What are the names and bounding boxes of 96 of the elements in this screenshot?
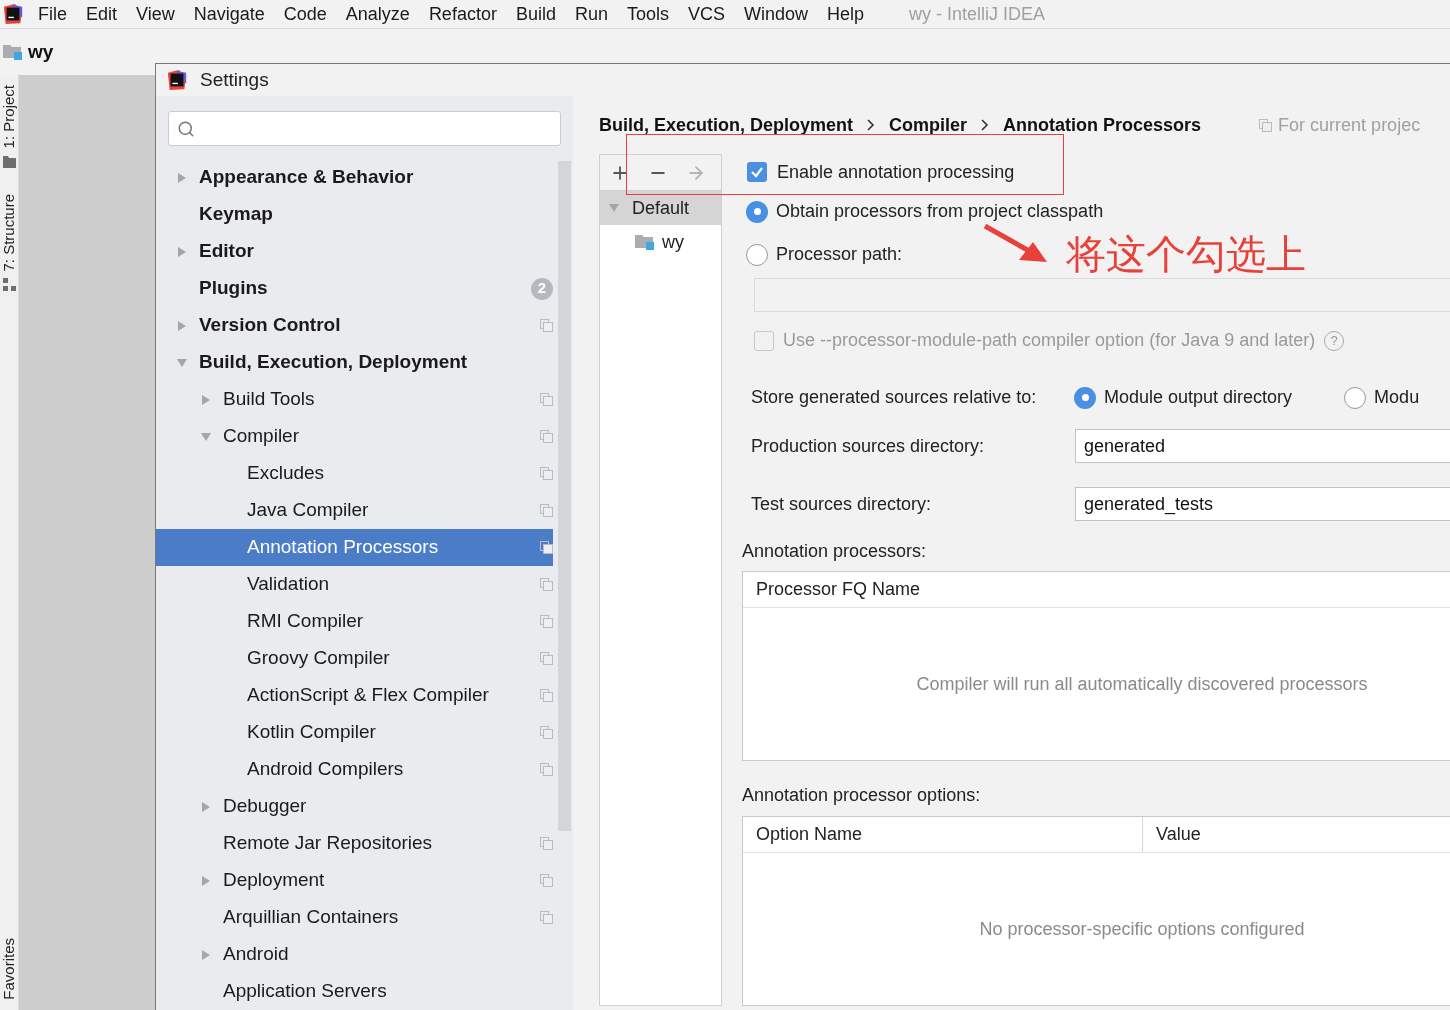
- settings-tree-item[interactable]: Excludes: [156, 455, 553, 492]
- radio-button[interactable]: [746, 200, 768, 223]
- expand-arrow-icon[interactable]: [200, 874, 212, 887]
- settings-tree-item[interactable]: Debugger: [156, 788, 553, 825]
- menu-item[interactable]: Run: [574, 0, 608, 28]
- settings-tree-item[interactable]: Validation: [156, 566, 553, 603]
- menu-item[interactable]: File: [38, 0, 67, 28]
- settings-tree-item[interactable]: Build Tools: [156, 381, 553, 418]
- update-count-badge: 2: [531, 277, 553, 300]
- settings-tree-item[interactable]: Java Compiler: [156, 492, 553, 529]
- radio-label: Modu: [1374, 386, 1420, 409]
- settings-tree-item[interactable]: Build, Execution, Deployment: [156, 344, 553, 381]
- collapse-arrow-icon[interactable]: [176, 356, 188, 369]
- section-label: Annotation processor options:: [742, 784, 982, 807]
- search-field[interactable]: [168, 111, 561, 146]
- field-label: Test sources directory:: [751, 492, 933, 516]
- module-folder-icon: [2, 43, 24, 61]
- menu-item[interactable]: Analyze: [345, 0, 410, 28]
- radio-label: Processor path:: [776, 243, 903, 266]
- directory-field[interactable]: generated_tests: [1075, 487, 1450, 521]
- collapse-arrow-icon[interactable]: [608, 202, 620, 214]
- settings-tree-item[interactable]: Arquillian Containers: [156, 899, 553, 936]
- settings-tree-item[interactable]: Application Servers: [156, 973, 553, 1010]
- settings-tree-item[interactable]: Android: [156, 936, 553, 973]
- field-label: Production sources directory:: [751, 434, 986, 458]
- dialog-title: Settings: [200, 67, 269, 92]
- settings-tree-item[interactable]: Plugins 2: [156, 270, 553, 307]
- arrow-annotation: [983, 224, 1049, 264]
- expand-arrow-icon[interactable]: [176, 245, 188, 258]
- project-name[interactable]: wy: [28, 37, 54, 67]
- search-icon: [177, 119, 195, 138]
- radio-button[interactable]: [1344, 386, 1367, 409]
- directory-field[interactable]: generated: [1075, 429, 1450, 463]
- scope-note: For current projec: [1278, 113, 1421, 137]
- menu-item[interactable]: Window: [744, 0, 809, 28]
- profile-tree-item[interactable]: wy: [600, 225, 721, 259]
- expand-arrow-icon[interactable]: [200, 800, 212, 813]
- column-header[interactable]: Processor FQ Name: [743, 572, 1450, 607]
- menu-item[interactable]: VCS: [688, 0, 725, 28]
- settings-tree-item[interactable]: Keymap: [156, 196, 553, 233]
- column-header[interactable]: Value: [1143, 817, 1450, 852]
- settings-tree-item[interactable]: RMI Compiler: [156, 603, 553, 640]
- settings-tree-item[interactable]: Kotlin Compiler: [156, 714, 553, 751]
- checkbox-label: Enable annotation processing: [777, 160, 1015, 184]
- settings-tree-item[interactable]: Groovy Compiler: [156, 640, 553, 677]
- menu-item[interactable]: Build: [515, 0, 556, 28]
- expand-arrow-icon[interactable]: [176, 171, 188, 184]
- tool-window-tab[interactable]: Favorites: [0, 938, 21, 1000]
- chevron-right-icon: [867, 119, 876, 131]
- menu-item[interactable]: Refactor: [428, 0, 497, 28]
- breadcrumb-item[interactable]: Build, Execution, Deployment: [599, 111, 854, 139]
- menu-item[interactable]: Navigate: [193, 0, 265, 28]
- section-label: Annotation processors:: [742, 540, 928, 563]
- expand-arrow-icon[interactable]: [200, 393, 212, 406]
- empty-table-text: Compiler will run all automatically discovered processors: [916, 672, 1368, 696]
- collapse-arrow-icon[interactable]: [200, 430, 212, 443]
- expand-arrow-icon[interactable]: [176, 319, 188, 332]
- empty-table-text: No processor-specific options configured: [979, 917, 1305, 941]
- settings-tree-item[interactable]: Deployment: [156, 862, 553, 899]
- app-logo-icon: [166, 69, 188, 91]
- radio-label: Module output directory: [1104, 386, 1293, 409]
- settings-tree-item[interactable]: Annotation Processors: [156, 529, 553, 566]
- structure-icon: [2, 277, 16, 292]
- settings-tree-item[interactable]: Android Compilers: [156, 751, 553, 788]
- breadcrumb-item[interactable]: Compiler: [889, 111, 968, 139]
- app-logo-icon: [2, 3, 24, 25]
- field-label: Store generated sources relative to:: [751, 386, 1038, 409]
- breadcrumb-item[interactable]: Annotation Processors: [1003, 111, 1202, 139]
- menu-item[interactable]: Code: [283, 0, 327, 28]
- settings-tree-item[interactable]: ActionScript & Flex Compiler: [156, 677, 553, 714]
- settings-tree-item[interactable]: Editor: [156, 233, 553, 270]
- radio-button[interactable]: [746, 243, 768, 266]
- profile-tree-item[interactable]: Default: [600, 191, 721, 225]
- settings-tree-item[interactable]: Appearance & Behavior: [156, 159, 553, 196]
- folder-icon: [2, 154, 16, 169]
- module-folder-icon: [634, 233, 656, 251]
- column-header[interactable]: Option Name: [743, 817, 1143, 852]
- settings-tree-item[interactable]: Compiler: [156, 418, 553, 455]
- checkmark-icon: [750, 165, 764, 179]
- chevron-right-icon: [981, 119, 990, 131]
- checkbox-label: Use --processor-module-path compiler option (for Java 9 and later): [783, 329, 1316, 352]
- menu-item[interactable]: Help: [827, 0, 865, 28]
- radio-button[interactable]: [1074, 386, 1096, 409]
- window-title: wy - IntelliJ IDEA: [909, 2, 1046, 26]
- annotation-text: 将这个勾选上: [1066, 231, 1306, 278]
- tool-window-tab[interactable]: 1: Project: [0, 85, 21, 149]
- checkbox[interactable]: [747, 162, 767, 182]
- menu-item[interactable]: Tools: [626, 0, 669, 28]
- tool-window-tab[interactable]: 7: Structure: [0, 194, 21, 272]
- radio-label: Obtain processors from project classpath: [776, 200, 1104, 223]
- menu-item[interactable]: Edit: [86, 0, 118, 28]
- project-scope-icon: [1259, 118, 1273, 132]
- settings-tree-item[interactable]: Version Control: [156, 307, 553, 344]
- menu-item[interactable]: View: [136, 0, 175, 28]
- settings-tree-item[interactable]: Remote Jar Repositories: [156, 825, 553, 862]
- expand-arrow-icon[interactable]: [200, 948, 212, 961]
